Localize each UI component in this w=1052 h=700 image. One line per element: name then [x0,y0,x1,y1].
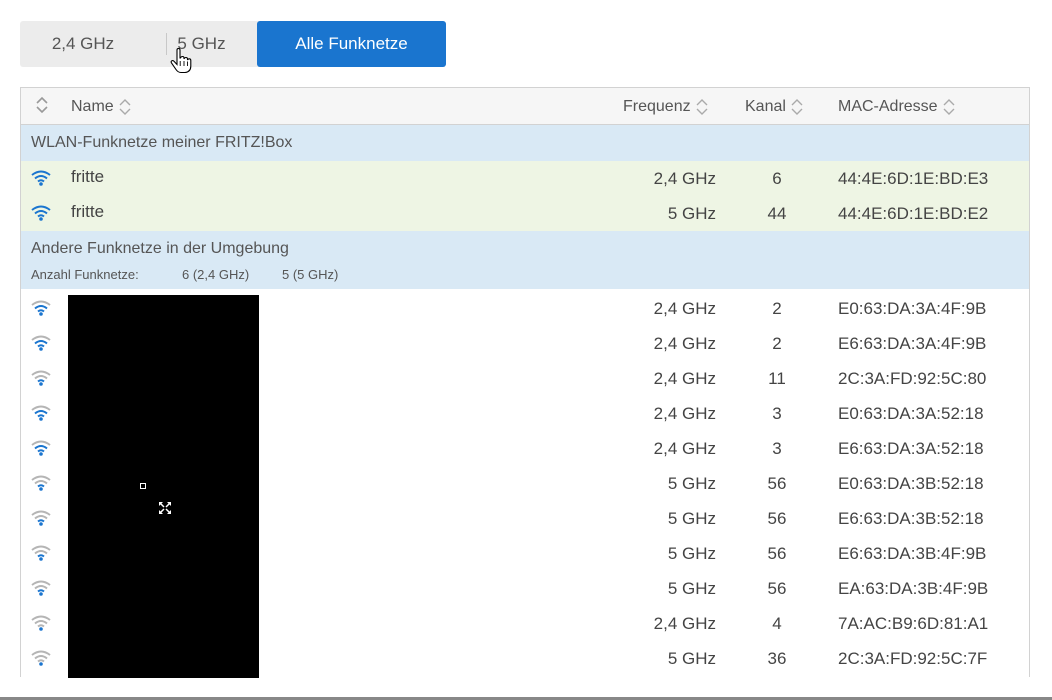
network-channel: 56 [767,579,787,598]
network-frequency: 2,4 GHz [653,169,716,188]
network-channel: 2 [772,299,782,318]
network-count-label: Anzahl Funknetze: [31,267,139,282]
header-mac-label: MAC-Adresse [838,98,938,116]
network-frequency: 5 GHz [667,204,716,223]
frequency-filter-tabs: 2,4 GHz 5 GHz Alle Funknetze [20,21,446,67]
network-channel: 56 [767,474,787,493]
tab-separator [166,33,167,55]
network-mac: E6:63:DA:3A:52:18 [838,439,984,458]
network-mac: 2C:3A:FD:92:5C:80 [838,369,987,388]
network-frequency: 2,4 GHz [653,439,716,458]
header-name-label: Name [71,98,114,116]
hand-cursor-icon [170,48,192,74]
network-frequency: 2,4 GHz [653,299,716,318]
network-mac: 2C:3A:FD:92:5C:7F [838,649,988,668]
network-name: fritte [71,202,105,221]
network-frequency: 2,4 GHz [653,334,716,353]
network-channel: 2 [772,334,782,353]
redacted-names-overlay [68,295,259,678]
network-channel: 56 [767,544,787,563]
network-frequency: 5 GHz [667,509,716,528]
network-mac: E0:63:DA:3A:52:18 [838,404,984,423]
sort-icon [791,99,803,115]
tab-2-4-ghz[interactable]: 2,4 GHz [20,21,146,67]
network-mac: E6:63:DA:3B:4F:9B [838,544,987,563]
network-channel: 56 [767,509,787,528]
network-mac: E6:63:DA:3A:4F:9B [838,334,987,353]
tab-5-ghz[interactable]: 5 GHz [146,21,257,67]
network-frequency: 2,4 GHz [653,614,716,633]
wifi-signal-icon [31,440,51,461]
sort-icon [943,99,955,115]
wifi-signal-icon [31,580,51,601]
network-frequency: 5 GHz [667,474,716,493]
network-frequency: 5 GHz [667,579,716,598]
network-frequency: 5 GHz [667,544,716,563]
network-count-5: 5 (5 GHz) [282,267,339,282]
network-channel: 36 [767,649,787,668]
network-channel: 3 [772,404,782,423]
redaction-marker [140,483,146,489]
wifi-signal-icon [31,370,51,391]
wifi-signal-icon [31,510,51,531]
group-own-networks: WLAN-Funknetze meiner FRITZ!Box [21,125,1029,161]
network-count-24: 6 (2,4 GHz) [182,267,250,282]
header-name[interactable]: Name [71,97,132,117]
network-name: fritte [71,167,105,186]
header-frequency-label: Frequenz [623,98,691,116]
network-frequency: 5 GHz [667,649,716,668]
header-frequency[interactable]: Frequenz [623,97,709,117]
wifi-signal-icon [31,405,51,426]
sort-icon [696,99,708,115]
network-channel: 11 [768,369,786,388]
sort-icon [119,99,131,115]
wifi-signal-icon [31,205,51,226]
header-mac[interactable]: MAC-Adresse [838,97,956,117]
signal-sort-icon[interactable] [35,95,49,120]
network-channel: 3 [772,439,782,458]
wifi-signal-icon [31,170,51,191]
header-channel[interactable]: Kanal [745,97,804,117]
table-row[interactable]: fritte 5 GHz 44 44:4E:6D:1E:BD:E2 [21,196,1029,231]
network-mac: E0:63:DA:3B:52:18 [838,474,984,493]
network-mac: 44:4E:6D:1E:BD:E3 [838,169,989,188]
table-row[interactable]: fritte 2,4 GHz 6 44:4E:6D:1E:BD:E3 [21,161,1029,196]
network-frequency: 2,4 GHz [653,404,716,423]
wifi-signal-icon [31,615,51,636]
group-title: Andere Funknetze in der Umgebung [31,240,289,257]
group-title: WLAN-Funknetze meiner FRITZ!Box [31,134,293,151]
wifi-signal-icon [31,300,51,321]
network-channel: 6 [772,169,782,188]
network-mac: E0:63:DA:3A:4F:9B [838,299,987,318]
header-channel-label: Kanal [745,98,786,116]
network-mac: E6:63:DA:3B:52:18 [838,509,984,528]
network-mac: 7A:AC:B9:6D:81:A1 [838,614,989,633]
network-frequency: 2,4 GHz [653,369,716,388]
wifi-signal-icon [31,475,51,496]
network-channel: 44 [767,204,787,223]
network-mac: 44:4E:6D:1E:BD:E2 [838,204,989,223]
expand-icon [159,502,171,514]
network-channel: 4 [772,614,782,633]
tab-alle-funknetze[interactable]: Alle Funknetze [257,21,446,67]
table-header: Name Frequenz Kanal MAC-Adresse [21,88,1029,125]
wifi-signal-icon [31,335,51,356]
network-mac: EA:63:DA:3B:4F:9B [838,579,989,598]
wifi-signal-icon [31,650,51,671]
group-other-networks: Andere Funknetze in der Umgebung Anzahl … [21,231,1029,289]
wifi-signal-icon [31,545,51,566]
